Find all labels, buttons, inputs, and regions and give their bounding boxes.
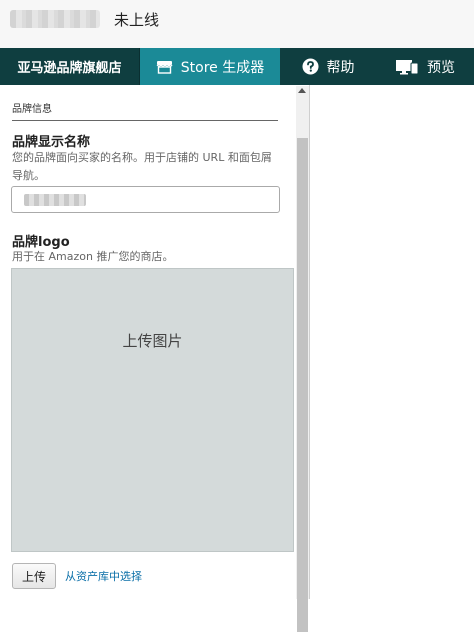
store-icon: [156, 60, 173, 74]
brand-name-label: 品牌显示名称: [12, 135, 91, 150]
select-from-library-link[interactable]: 从资产库中选择: [65, 568, 142, 584]
nav-brand-store[interactable]: 亚马逊品牌旗舰店: [0, 48, 140, 85]
section-title: 品牌信息: [12, 104, 52, 115]
brand-name-input[interactable]: [11, 186, 280, 213]
scroll-up-arrow-icon[interactable]: [298, 88, 306, 93]
preview-button[interactable]: 预览: [376, 48, 474, 85]
tab-store-builder[interactable]: Store 生成器: [140, 48, 280, 85]
tab-store-builder-label: Store 生成器: [180, 59, 265, 76]
upload-area-label: 上传图片: [122, 332, 183, 350]
logo-upload-area[interactable]: 上传图片: [11, 268, 294, 552]
brand-logo-help: 用于在 Amazon 推广您的商店。: [12, 250, 174, 263]
panel-scrollbar[interactable]: [296, 86, 309, 632]
store-name-redacted: [10, 10, 100, 28]
preview-label: 预览: [427, 59, 455, 76]
upload-button[interactable]: 上传: [12, 563, 56, 589]
help-label: 帮助: [326, 59, 355, 76]
help-button[interactable]: 帮助: [280, 48, 376, 85]
builder-nav: 亚马逊品牌旗舰店 Store 生成器 帮助 预览: [0, 48, 474, 85]
brand-name-value-redacted: [24, 194, 86, 206]
store-status: 未上线: [114, 11, 160, 29]
section-divider: [12, 120, 278, 121]
monitor-devices-icon: [395, 59, 419, 75]
help-circle-icon: [302, 58, 319, 75]
scrollbar-thumb[interactable]: [297, 138, 308, 632]
top-bar: 未上线: [0, 0, 474, 48]
brand-name-help: 您的品牌面向买家的名称。用于店铺的 URL 和面包屑导航。: [12, 151, 272, 182]
nav-brand-label: 亚马逊品牌旗舰店: [17, 61, 122, 76]
